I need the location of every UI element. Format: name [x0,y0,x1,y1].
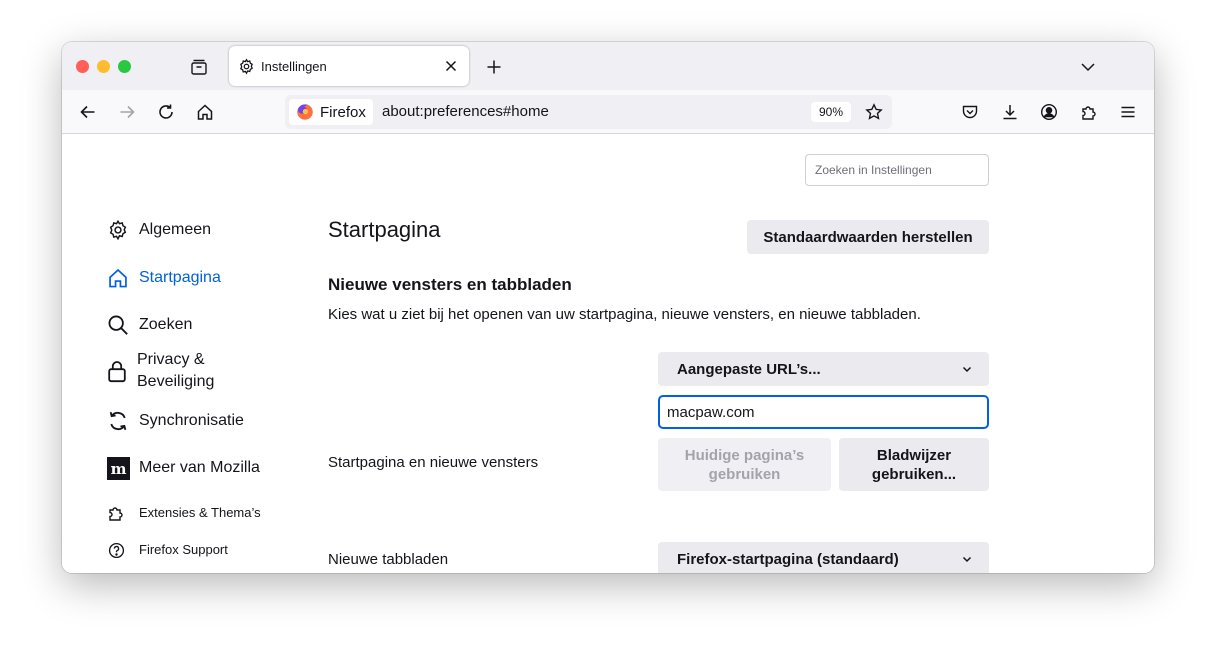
download-icon [1003,105,1017,120]
firefox-view-button[interactable] [188,56,210,78]
nav-bar: Firefox about:preferences#home 90% [62,90,1154,134]
hamburger-menu-icon [1121,106,1135,118]
browser-window: Instellingen Firefox about:preferences#h… [62,42,1154,573]
firefox-view-icon [191,59,207,75]
lock-icon [106,359,128,383]
home-icon [106,266,130,290]
close-window-button[interactable] [76,60,89,73]
use-bookmark-button[interactable]: Bladwijzer gebruiken... [839,438,989,491]
use-current-pages-button[interactable]: Huidige pagina’s gebruiken [658,438,831,491]
arrow-left-icon [80,105,95,119]
homepage-select-value: Aangepaste URL’s... [677,360,821,378]
sidebar-item-support[interactable]: Firefox Support [106,539,228,561]
puzzle-icon [106,503,126,523]
home-button[interactable] [191,98,219,126]
sidebar-item-algemeen[interactable]: Algemeen [106,218,211,242]
extensions-button[interactable] [1075,98,1103,126]
chevron-down-icon [959,551,975,567]
homepage-select[interactable]: Aangepaste URL’s... [658,352,989,386]
url-text[interactable]: about:preferences#home [382,103,549,120]
list-all-tabs-button[interactable] [1076,55,1100,79]
minimize-window-button[interactable] [97,60,110,73]
sidebar-item-label: Startpagina [139,269,221,286]
gear-icon [106,218,130,242]
sidebar-item-label: Zoeken [139,316,193,333]
back-button[interactable] [74,98,102,126]
homepage-url-input[interactable] [658,395,989,429]
puzzle-icon [1082,106,1096,120]
sidebar-item-privacy[interactable]: Privacy & Beveiliging [106,349,236,393]
search-settings-input[interactable] [805,154,989,186]
page-title: Startpagina [328,217,441,242]
preferences-content: Algemeen Startpagina Zoeken [62,134,1154,573]
reload-icon [159,104,173,119]
restore-defaults-button[interactable]: Standaardwaarden herstellen [747,220,989,254]
chevron-down-icon [959,361,975,377]
chevron-down-icon [1081,63,1095,72]
close-tab-button[interactable] [437,52,465,80]
svg-text:m: m [110,460,126,478]
account-icon [1040,103,1058,121]
gear-icon [237,57,255,75]
downloads-button[interactable] [996,98,1024,126]
bookmark-star-button[interactable] [861,99,887,125]
sync-icon [106,409,130,433]
section-title: Nieuwe vensters en tabbladen [328,275,572,294]
tab-settings[interactable]: Instellingen [229,46,469,86]
sidebar-item-label: Algemeen [139,221,212,238]
sidebar-item-label: Synchronisatie [139,412,244,429]
star-icon [865,103,883,120]
search-icon [106,313,130,337]
sidebar-item-mozilla[interactable]: m Meer van Mozilla [106,456,260,480]
url-bar[interactable]: Firefox about:preferences#home 90% [285,95,892,129]
sidebar-item-label: Privacy & Beveiliging [137,351,215,390]
tab-title: Instellingen [261,58,327,74]
newtab-label: Nieuwe tabbladen [328,551,449,568]
reload-button[interactable] [152,98,180,126]
forward-button[interactable] [113,98,141,126]
sidebar-item-label: Firefox Support [139,542,228,557]
pocket-icon [962,105,978,119]
newtab-select-value: Firefox-startpagina (standaard) [677,550,899,568]
sidebar-item-synchronisatie[interactable]: Synchronisatie [106,409,244,433]
sidebar-item-label: Extensies & Thema’s [139,505,261,520]
zoom-window-button[interactable] [118,60,131,73]
mozilla-icon: m [106,456,130,480]
sidebar-item-extensions[interactable]: Extensies & Thema’s [106,502,261,524]
homepage-label: Startpagina en nieuwe vensters [328,454,539,471]
newtab-select[interactable]: Firefox-startpagina (standaard) [658,542,989,573]
help-icon [106,540,126,560]
close-icon [445,60,457,72]
arrow-right-icon [120,105,135,119]
app-menu-button[interactable] [1114,98,1142,126]
pocket-button[interactable] [956,98,984,126]
firefox-logo-icon [297,104,313,120]
identity-box[interactable]: Firefox [289,99,373,125]
sidebar-item-startpagina[interactable]: Startpagina [106,266,221,290]
zoom-level-badge[interactable]: 90% [811,102,851,122]
tab-strip: Instellingen [62,42,1154,90]
home-icon [197,104,213,120]
account-button[interactable] [1035,98,1063,126]
sidebar-item-label: Meer van Mozilla [139,459,260,476]
sidebar-item-zoeken[interactable]: Zoeken [106,313,192,337]
new-tab-button[interactable] [482,55,506,79]
identity-label: Firefox [320,103,366,121]
section-description: Kies wat u ziet bij het openen van uw st… [328,306,921,323]
plus-icon [487,60,501,74]
